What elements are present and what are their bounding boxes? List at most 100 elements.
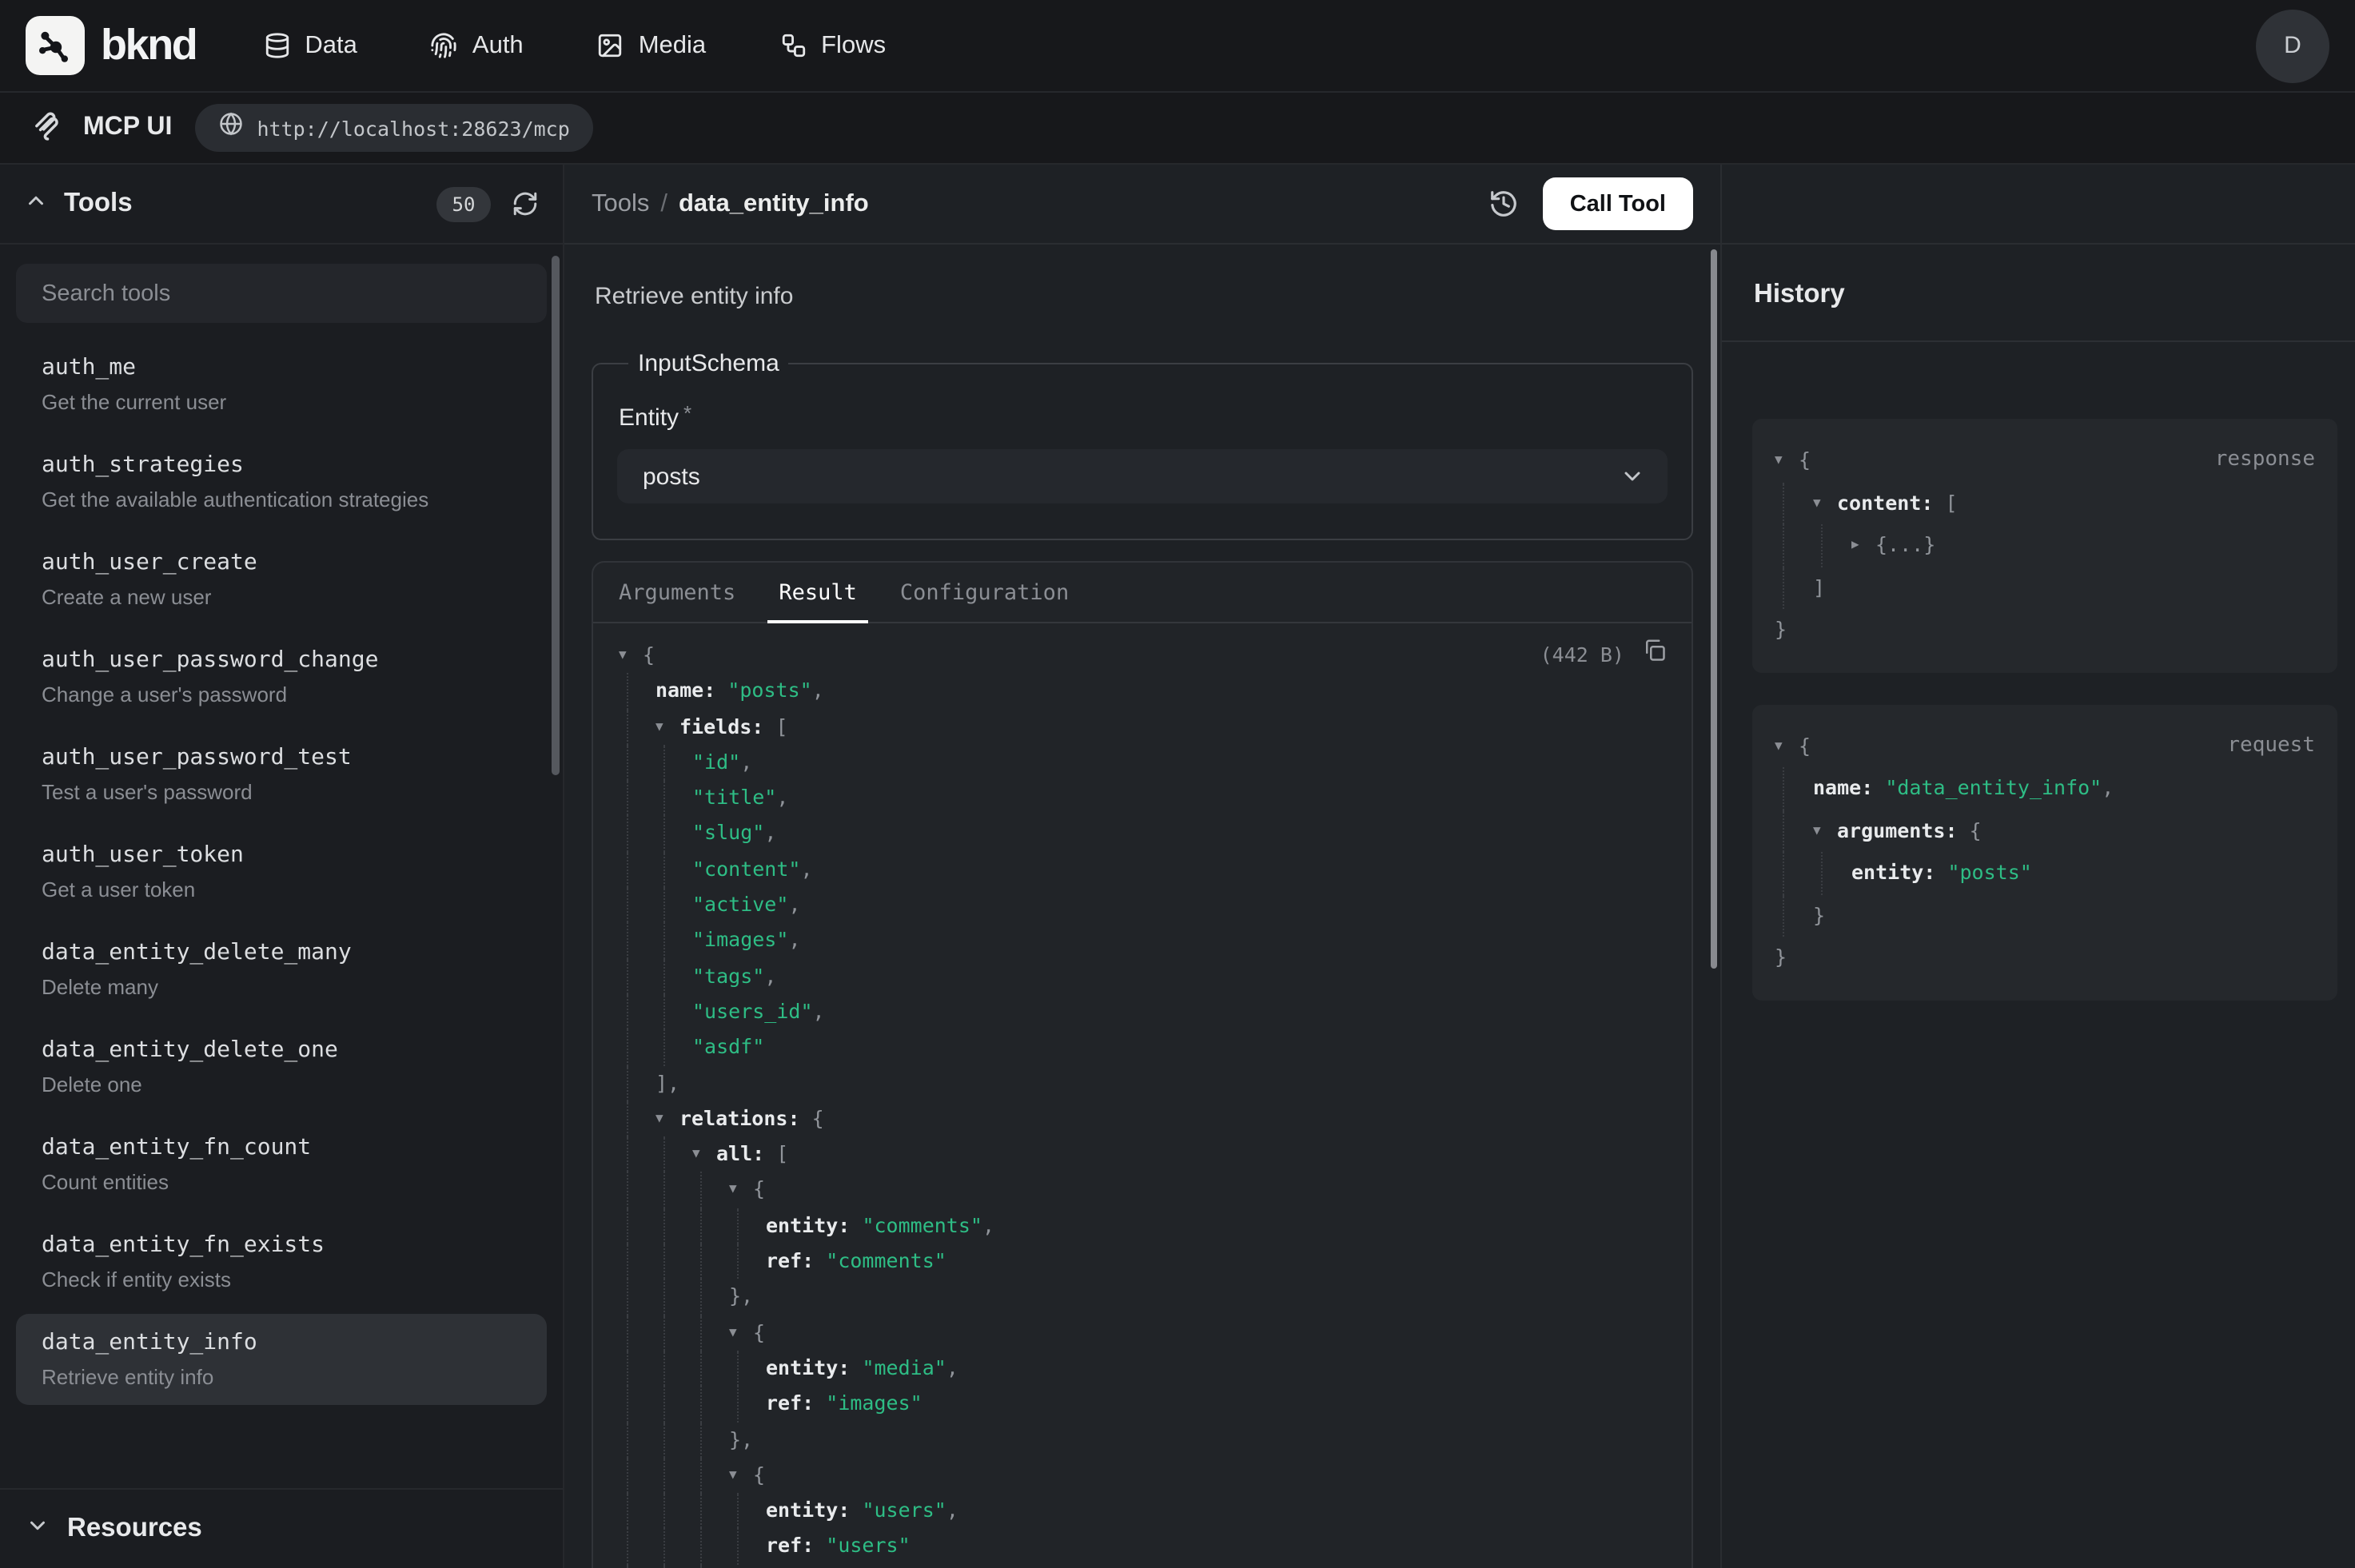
json-string-value: "posts" (1947, 852, 2031, 894)
nav-item-data[interactable]: Data (263, 31, 357, 60)
nav-item-media[interactable]: Media (597, 31, 706, 60)
json-punctuation: , (946, 1351, 958, 1387)
bknd-logo-text: bknd (101, 21, 196, 70)
tool-item-auth_strategies[interactable]: auth_strategiesGet the available authent… (16, 436, 547, 527)
refresh-tools-button[interactable] (512, 190, 539, 217)
tool-item-data_entity_info[interactable]: data_entity_infoRetrieve entity info (16, 1314, 547, 1405)
json-row: ▼fields: [ (619, 709, 1666, 745)
tool-item-data_entity_fn_count[interactable]: data_entity_fn_countCount entities (16, 1119, 547, 1210)
search-tools-input[interactable] (38, 279, 524, 308)
json-string-value: "users" (826, 1529, 910, 1565)
bknd-logo-icon (26, 16, 85, 75)
indent-guide (663, 1030, 700, 1066)
collapse-toggle-icon[interactable]: ▼ (619, 638, 643, 674)
tool-item-auth_me[interactable]: auth_meGet the current user (16, 339, 547, 430)
globe-icon (218, 112, 242, 144)
indent-guide (627, 1564, 663, 1568)
tool-item-data_entity_delete_many[interactable]: data_entity_delete_manyDelete many (16, 924, 547, 1015)
bknd-logo[interactable]: bknd (26, 16, 196, 75)
json-row: "slug", (619, 816, 1666, 852)
collapse-toggle-icon[interactable]: ▼ (1775, 725, 1799, 767)
json-string-value: "media" (862, 1351, 946, 1387)
json-string-value: "asdf" (692, 1030, 764, 1066)
indent-guide (627, 1279, 663, 1315)
json-row: "users_id", (619, 994, 1666, 1030)
tool-item-data_entity_delete_one[interactable]: data_entity_delete_oneDelete one (16, 1021, 547, 1112)
tool-item-auth_user_password_change[interactable]: auth_user_password_changeChange a user's… (16, 631, 547, 722)
tool-item-description: Check if entity exists (42, 1268, 521, 1291)
tool-item-auth_user_token[interactable]: auth_user_tokenGet a user token (16, 826, 547, 917)
json-punctuation: } (1775, 609, 1787, 651)
tools-header[interactable]: Tools 50 (0, 165, 563, 245)
tool-item-data_entity_fn_exists[interactable]: data_entity_fn_existsCheck if entity exi… (16, 1216, 547, 1307)
mcp-ui-app: bknd DataAuthMediaFlows D MCP UI http://… (0, 0, 2355, 1568)
tab-result[interactable]: Result (775, 563, 860, 622)
indent-guide (627, 1065, 663, 1101)
entity-select[interactable]: posts (617, 449, 1668, 503)
history-card-request[interactable]: ▼{requestname: "data_entity_info",▼argum… (1752, 704, 2337, 1000)
json-key: fields: (679, 709, 775, 745)
workflow-icon (779, 32, 807, 59)
nav-item-auth[interactable]: Auth (431, 31, 524, 60)
indent-guide (663, 958, 700, 994)
history-icon-button[interactable] (1488, 189, 1519, 219)
collapse-toggle-icon[interactable]: ▼ (1775, 440, 1799, 482)
json-punctuation: , (764, 816, 776, 852)
json-row: } (1775, 937, 2315, 979)
call-tool-button[interactable]: Call Tool (1543, 177, 1693, 230)
tool-item-auth_user_password_test[interactable]: auth_user_password_testTest a user's pas… (16, 729, 547, 820)
user-avatar[interactable]: D (2256, 9, 2329, 82)
json-row: "images", (619, 923, 1666, 959)
json-string-value: "posts" (727, 674, 811, 710)
breadcrumb-tools-link[interactable]: Tools (592, 189, 649, 217)
indent-guide (627, 923, 663, 959)
json-row: "id", (619, 745, 1666, 781)
nav-item-flows[interactable]: Flows (779, 31, 886, 60)
json-row: }, (619, 1279, 1666, 1315)
json-string-value: "slug" (692, 816, 764, 852)
indent-guide (700, 1422, 737, 1458)
indent-guide (627, 994, 663, 1030)
json-string-value: "data_entity_info" (1885, 767, 2102, 810)
mcp-url-pill[interactable]: http://localhost:28623/mcp (194, 104, 593, 152)
tool-item-name: data_entity_info (42, 1330, 521, 1355)
entity-select-value: posts (643, 463, 700, 490)
json-row: ▼arguments: { (1775, 810, 2315, 852)
indent-guide (663, 1244, 700, 1279)
indent-guide (737, 1493, 774, 1529)
tab-configuration[interactable]: Configuration (897, 563, 1072, 622)
indent-guide (663, 1386, 700, 1422)
tool-detail-body: Retrieve entity info InputSchema Entity*… (564, 245, 1720, 1568)
indent-guide (1783, 852, 1821, 894)
indent-guide (700, 1279, 737, 1315)
sidebar-scrollbar[interactable] (552, 256, 560, 775)
resources-header[interactable]: Resources (0, 1488, 563, 1568)
indent-guide (1783, 810, 1821, 852)
indent-guide (663, 816, 700, 852)
json-punctuation: , (740, 745, 752, 781)
indent-guide (700, 1315, 737, 1351)
history-cards: ▼{response▼content: [▶{...}]} ▼{requestna… (1722, 342, 2355, 1000)
json-row: ▼relations: { (619, 1101, 1666, 1137)
tool-item-name: auth_strategies (42, 452, 521, 478)
indent-guide (737, 1208, 774, 1244)
json-row: entity: "posts" (1775, 852, 2315, 894)
json-key: ref: (766, 1244, 826, 1279)
indent-guide (627, 1136, 663, 1172)
json-row: ▼{(442 B) (619, 638, 1666, 674)
json-punctuation: { (753, 1172, 765, 1208)
history-card-response[interactable]: ▼{response▼content: [▶{...}]} (1752, 419, 2337, 672)
json-punctuation: , (776, 780, 788, 816)
json-key: entity: (766, 1493, 862, 1529)
indent-guide (627, 1030, 663, 1066)
tool-item-name: auth_user_password_test (42, 745, 521, 770)
copy-icon[interactable] (1642, 638, 1666, 674)
json-string-value: "images" (692, 923, 788, 959)
tool-item-auth_user_create[interactable]: auth_user_createCreate a new user (16, 534, 547, 625)
json-key: entity: (766, 1351, 862, 1387)
tab-arguments[interactable]: Arguments (616, 563, 739, 622)
indent-guide (663, 994, 700, 1030)
main-scrollbar[interactable] (1710, 249, 1717, 969)
indent-guide (737, 1529, 774, 1565)
json-string-value: "images" (826, 1386, 922, 1422)
